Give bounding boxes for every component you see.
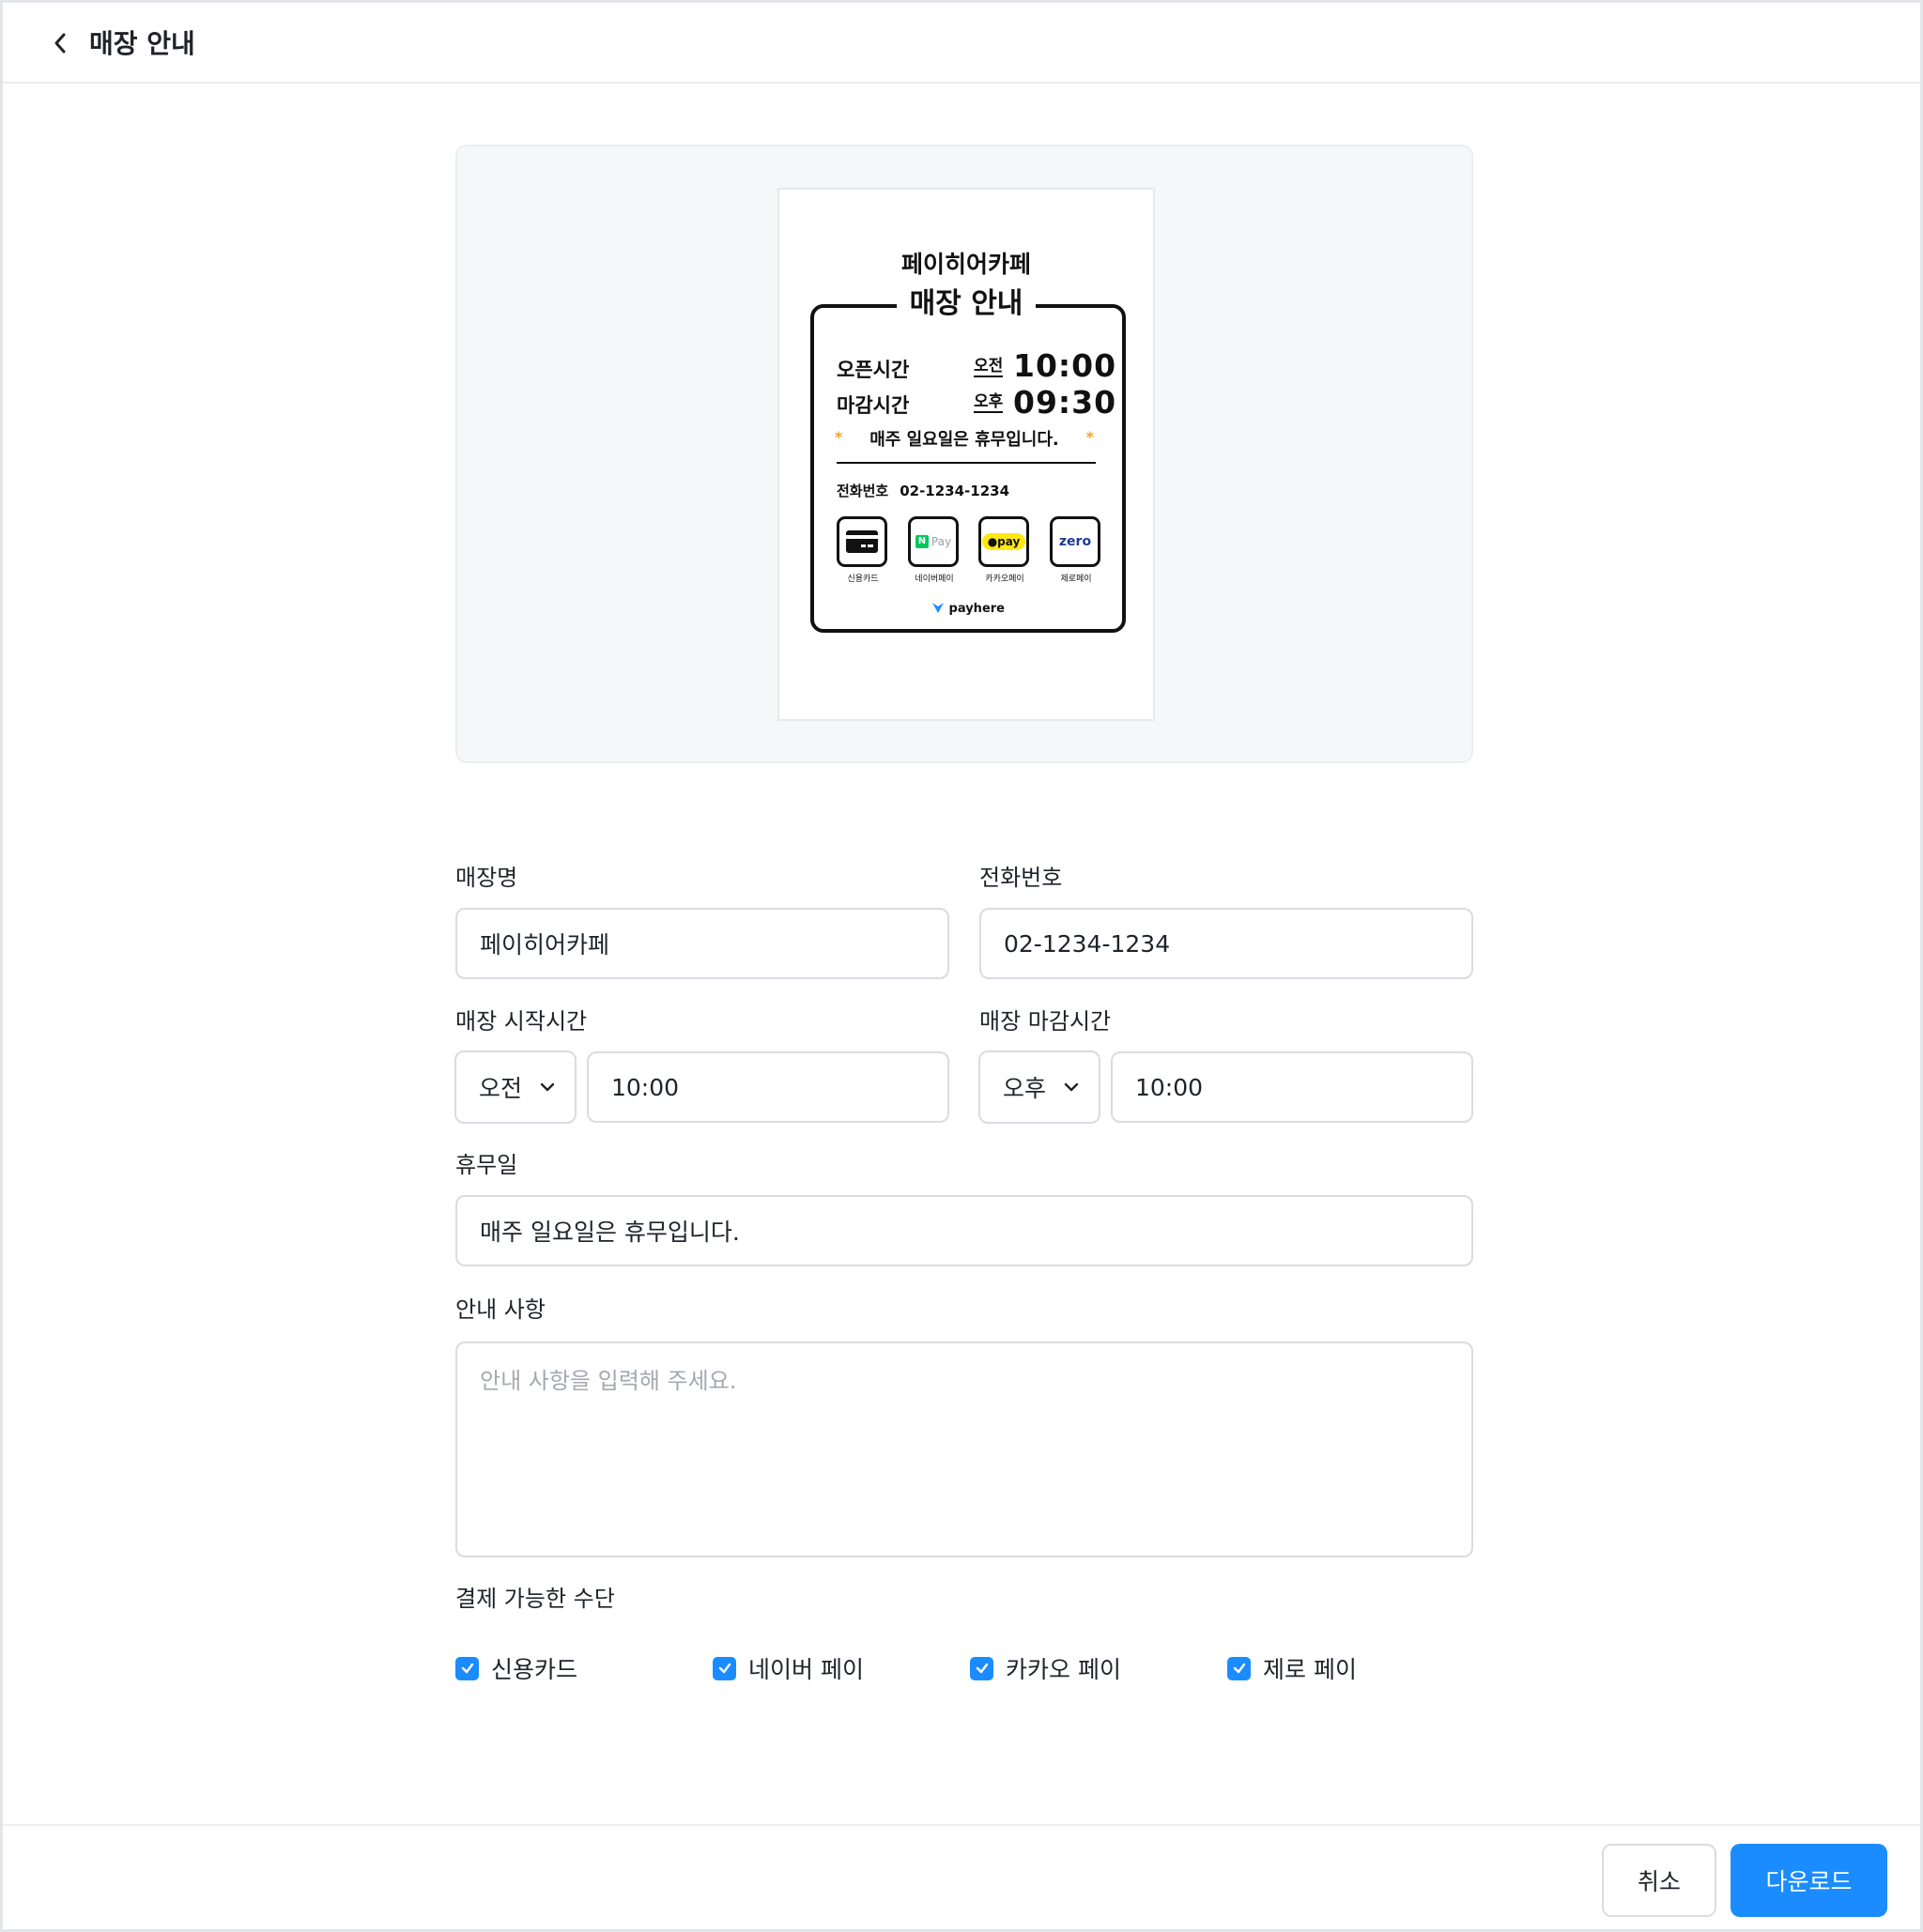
download-button[interactable]: 다운로드	[1731, 1844, 1887, 1917]
notice-textarea[interactable]: 안내 사항을 입력해 주세요.	[455, 1342, 1473, 1557]
preview-close-label: 마감시간	[837, 394, 910, 417]
app-window: 매장 안내 페이히어카페 매장 안내 오픈시간 오전 10:00 마감시간 오후…	[0, 0, 1923, 1932]
divider	[837, 462, 1096, 464]
start-ampm-select[interactable]: 오전	[454, 1050, 577, 1124]
end-time-input[interactable]: 10:00	[1111, 1051, 1473, 1123]
preview-open-time: 10:00	[1013, 347, 1117, 384]
preview-store-name: 페이히어카페	[900, 251, 1031, 278]
star-icon: *	[835, 428, 843, 446]
preview-open-ampm: 오전	[974, 357, 1004, 377]
chevron-down-icon	[540, 1082, 555, 1092]
chevron-down-icon	[1064, 1082, 1079, 1092]
preview-close-ampm: 오후	[974, 392, 1004, 413]
footer: 취소 다운로드	[3, 1824, 1920, 1932]
payment-methods-label: 결제 가능한 수단	[455, 1586, 615, 1612]
preview-phone: 전화번호 02-1234-1234	[837, 483, 1010, 499]
preview-pay-card: 신용카드	[837, 516, 889, 584]
page-title: 매장 안내	[89, 28, 195, 59]
preview-area: 페이히어카페 매장 안내 오픈시간 오전 10:00 마감시간 오후 09:30…	[455, 145, 1473, 763]
back-button[interactable]	[44, 27, 76, 59]
cancel-button[interactable]: 취소	[1602, 1844, 1716, 1917]
end-ampm-select[interactable]: 오후	[978, 1050, 1100, 1124]
preview-payment-icons: 신용카드 N Pay 네이버페이 ●pay 카카오페이 zero 제로페이	[837, 516, 1109, 591]
phone-input[interactable]: 02-1234-1234	[979, 908, 1473, 979]
preview-pay-naver: N Pay 네이버페이	[908, 516, 961, 584]
star-icon: *	[1085, 428, 1094, 446]
start-time-label: 매장 시작시간	[455, 1008, 588, 1035]
credit-card-icon	[846, 530, 878, 553]
preview-brand: payhere	[814, 601, 1122, 616]
zero-pay-icon: zero	[1058, 534, 1092, 549]
checkbox-zero-pay[interactable]: 제로 페이	[1227, 1651, 1357, 1685]
preview-card: 오픈시간 오전 10:00 마감시간 오후 09:30 * 매주 일요일은 휴무…	[810, 304, 1126, 633]
checkbox-checked-icon	[1227, 1656, 1251, 1680]
checkbox-kakao-pay[interactable]: 카카오 페이	[970, 1651, 1121, 1685]
checkbox-naver-pay[interactable]: 네이버 페이	[713, 1651, 864, 1685]
preview-close-time: 09:30	[1013, 384, 1117, 421]
store-name-label: 매장명	[455, 865, 518, 891]
preview-sheet: 페이히어카페 매장 안내 오픈시간 오전 10:00 마감시간 오후 09:30…	[777, 188, 1155, 721]
store-name-input[interactable]: 페이히어카페	[455, 908, 949, 979]
chevron-left-icon	[54, 33, 66, 54]
start-time-input[interactable]: 10:00	[587, 1051, 949, 1123]
checkbox-credit-card[interactable]: 신용카드	[455, 1651, 577, 1685]
preview-holiday: * 매주 일요일은 휴무입니다. *	[835, 428, 1094, 450]
checkbox-checked-icon	[455, 1656, 479, 1680]
end-time-label: 매장 마감시간	[979, 1008, 1112, 1035]
kakao-pay-icon: ●pay	[981, 533, 1026, 550]
preview-pay-zero: zero 제로페이	[1050, 516, 1102, 584]
notice-placeholder: 안내 사항을 입력해 주세요.	[480, 1368, 737, 1394]
preview-open-label: 오픈시간	[837, 359, 910, 381]
holiday-label: 휴무일	[455, 1152, 518, 1178]
preview-pay-kakao: ●pay 카카오페이	[978, 516, 1031, 584]
naver-pay-icon: N Pay	[915, 535, 951, 548]
holiday-input[interactable]: 매주 일요일은 휴무입니다.	[455, 1195, 1473, 1266]
phone-label: 전화번호	[979, 865, 1063, 891]
notice-label: 안내 사항	[455, 1296, 546, 1323]
checkbox-checked-icon	[970, 1656, 993, 1680]
preview-heading: 매장 안내	[779, 280, 1153, 321]
header: 매장 안내	[3, 3, 1920, 84]
checkbox-checked-icon	[713, 1656, 736, 1680]
payhere-logo-icon	[932, 603, 944, 613]
